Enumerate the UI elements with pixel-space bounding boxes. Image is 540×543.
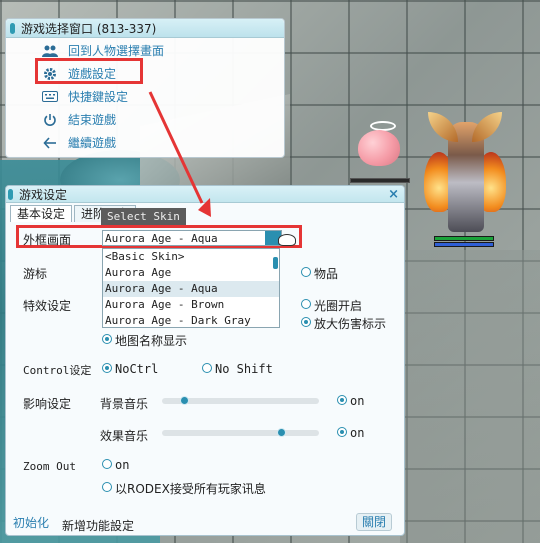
effects-label: 特效设定 (23, 299, 72, 313)
rodex-radio[interactable] (102, 482, 112, 492)
sfx-on-radio[interactable] (337, 427, 347, 437)
map-name-radio[interactable] (102, 334, 112, 344)
bgm-on-label: on (350, 394, 365, 408)
hp-bar (434, 236, 494, 241)
skin-label: 外框画面 (23, 233, 72, 247)
bgm-label: 背景音乐 (100, 397, 149, 411)
skin-select-value: Aurora Age - Aqua (105, 232, 218, 245)
items-radio[interactable] (301, 267, 311, 277)
dropdown-scrollbar[interactable] (273, 251, 278, 327)
dropdown-option[interactable]: <Basic Skin> (103, 249, 279, 265)
sfx-slider-thumb[interactable] (277, 428, 287, 437)
new-features-link[interactable]: 新增功能設定 (62, 517, 134, 534)
mouse-cursor-icon (278, 234, 296, 246)
sfx-on-label: on (350, 426, 365, 440)
bgm-slider[interactable] (162, 396, 319, 405)
menu-item-continue-game[interactable]: 繼續遊戲 (6, 131, 284, 154)
tab-basic[interactable]: 基本设定 (10, 205, 73, 222)
dropdown-option[interactable]: Aurora Age - Dark Gray (103, 313, 279, 329)
skin-dropdown-list: <Basic Skin> Aurora Age Aurora Age - Aqu… (102, 248, 280, 328)
zoom-on-radio[interactable] (102, 459, 112, 469)
menu-item-label: 快捷鍵設定 (68, 90, 129, 104)
bgm-on-radio[interactable] (337, 395, 347, 405)
damage-radio[interactable] (301, 317, 311, 327)
poring-monster[interactable] (358, 130, 400, 166)
menu-item-label: 結束遊戲 (68, 113, 117, 127)
ground-patch (400, 250, 540, 543)
keyboard-icon (40, 91, 60, 102)
settings-window: 游戏设定 × 基本设定 进阶设定 Select Skin 外框画面 Aurora… (5, 185, 405, 536)
cursor-label: 游标 (23, 267, 48, 281)
esc-menu-list: 回到人物選擇畫面 遊戲設定 快捷鍵設定 結束遊戲 繼續遊戲 (6, 39, 284, 154)
skin-select[interactable]: Aurora Age - Aqua (102, 230, 282, 246)
control-label: Control设定 (23, 364, 92, 377)
window-pill-icon (10, 22, 15, 34)
menu-item-label: 繼續遊戲 (68, 136, 117, 150)
esc-menu-titlebar[interactable]: 游戏选择窗口 (813-337) (6, 19, 284, 38)
halo-label: 光圈开启 (314, 299, 363, 313)
sp-bar (434, 242, 494, 247)
settings-highlight-box (35, 58, 143, 84)
bgm-slider-thumb[interactable] (179, 396, 189, 405)
dropdown-option[interactable]: Aurora Age - Brown (103, 297, 279, 313)
poring-hp-bar (350, 178, 410, 183)
sound-label: 影响设定 (23, 397, 72, 411)
people-icon (40, 45, 60, 57)
power-icon (40, 113, 60, 127)
arrow-left-icon (40, 136, 60, 149)
noctrl-label: NoCtrl (115, 362, 159, 376)
sfx-slider[interactable] (162, 428, 319, 437)
zoom-label: Zoom Out (23, 460, 76, 473)
noshift-radio[interactable] (202, 363, 212, 373)
rodex-label: 以RODEX接受所有玩家讯息 (115, 482, 266, 496)
menu-item-hotkey-settings[interactable]: 快捷鍵設定 (6, 85, 284, 108)
damage-label: 放大伤害标示 (314, 317, 387, 331)
close-button[interactable]: 關閉 (356, 513, 392, 531)
settings-titlebar[interactable]: 游戏设定 × (6, 186, 404, 203)
esc-menu-window: 游戏选择窗口 (813-337) 回到人物選擇畫面 遊戲設定 快捷鍵設定 結束遊… (5, 18, 285, 158)
sfx-label: 效果音乐 (100, 429, 149, 443)
map-name-label: 地图名称显示 (115, 334, 188, 348)
halo-radio[interactable] (301, 299, 311, 309)
window-pill-icon (8, 188, 13, 200)
noshift-label: No Shift (215, 362, 273, 376)
settings-title: 游戏设定 (19, 187, 68, 202)
menu-item-exit-game[interactable]: 結束遊戲 (6, 108, 284, 131)
menu-item-label: 回到人物選擇畫面 (68, 44, 165, 58)
noctrl-radio[interactable] (102, 363, 112, 373)
reset-button[interactable]: 初始化 (8, 514, 54, 532)
esc-menu-title: 游戏选择窗口 (813-337) (21, 21, 157, 36)
player-status-bars (434, 236, 494, 248)
wing-left (428, 112, 458, 142)
dropdown-option-selected[interactable]: Aurora Age - Aqua (103, 281, 279, 297)
close-icon[interactable]: × (388, 186, 399, 203)
dropdown-option[interactable]: Aurora Age (103, 265, 279, 281)
items-label: 物品 (314, 267, 339, 281)
scroll-thumb[interactable] (273, 257, 278, 269)
player-character[interactable] (424, 112, 506, 234)
select-skin-tooltip: Select Skin (101, 208, 186, 226)
zoom-on-label: on (115, 458, 130, 472)
wing-right (472, 112, 502, 142)
